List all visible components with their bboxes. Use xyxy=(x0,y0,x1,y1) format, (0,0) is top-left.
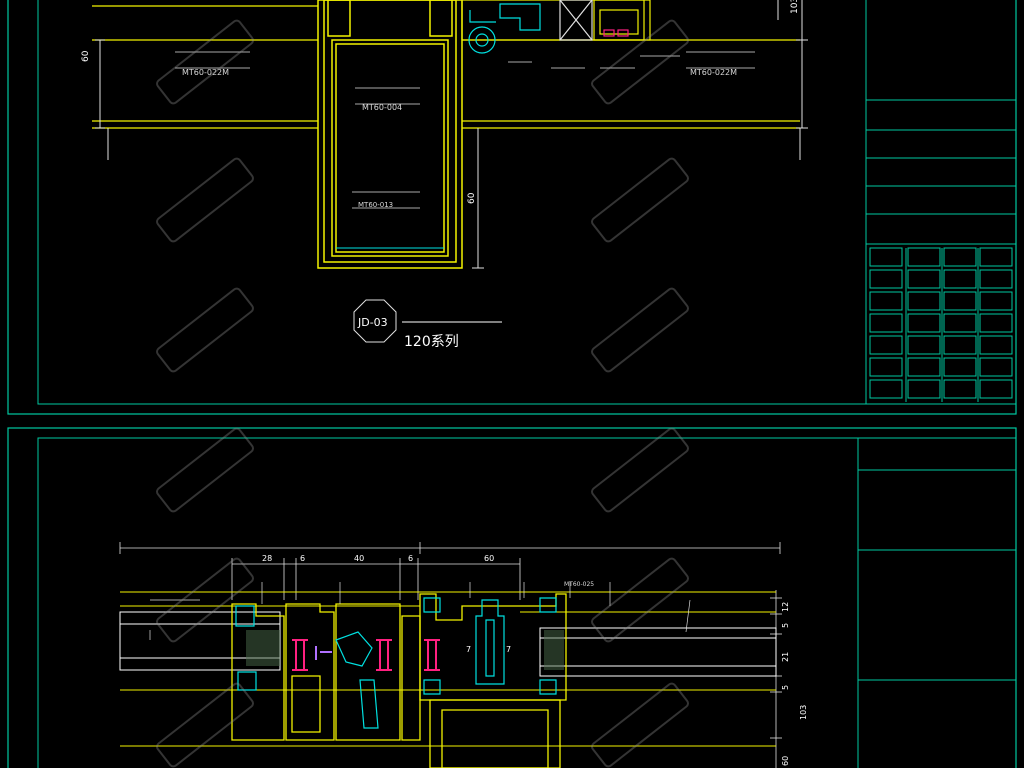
column-sub-code: MT60-013 xyxy=(358,201,393,209)
dim-r-5b: 5 xyxy=(781,685,790,690)
left-vertical-dim: 60 xyxy=(81,50,91,62)
dim-6a: 6 xyxy=(300,554,305,563)
dim-r-103: 103 xyxy=(799,705,808,720)
label-code-5: MT60-025 xyxy=(564,581,594,588)
dim-inner-7a: 7 xyxy=(466,645,471,654)
column-code: MT60-004 xyxy=(362,103,402,112)
dim-6b: 6 xyxy=(408,554,413,563)
right-top-dim: 103 xyxy=(790,0,800,14)
dim-60: 60 xyxy=(484,554,494,563)
dim-inner-7b: 7 xyxy=(506,645,511,654)
svg-text:JD-03: JD-03 xyxy=(357,316,388,329)
dim-40: 40 xyxy=(354,554,364,563)
cad-drawing-canvas: 60 103 60 MT60-022M MT60-004 MT60-013 MT… xyxy=(0,0,1024,768)
dim-r-21: 21 xyxy=(781,652,790,662)
dim-r-60: 60 xyxy=(781,756,790,766)
column-vertical-dim: 60 xyxy=(467,192,477,204)
dim-r-12: 12 xyxy=(781,602,790,612)
left-beam-code: MT60-022M xyxy=(182,68,229,77)
detail-series: 120系列 xyxy=(404,334,459,350)
right-beam-code: MT60-022M xyxy=(690,68,737,77)
dim-r-5a: 5 xyxy=(781,623,790,628)
dim-28: 28 xyxy=(262,554,272,563)
